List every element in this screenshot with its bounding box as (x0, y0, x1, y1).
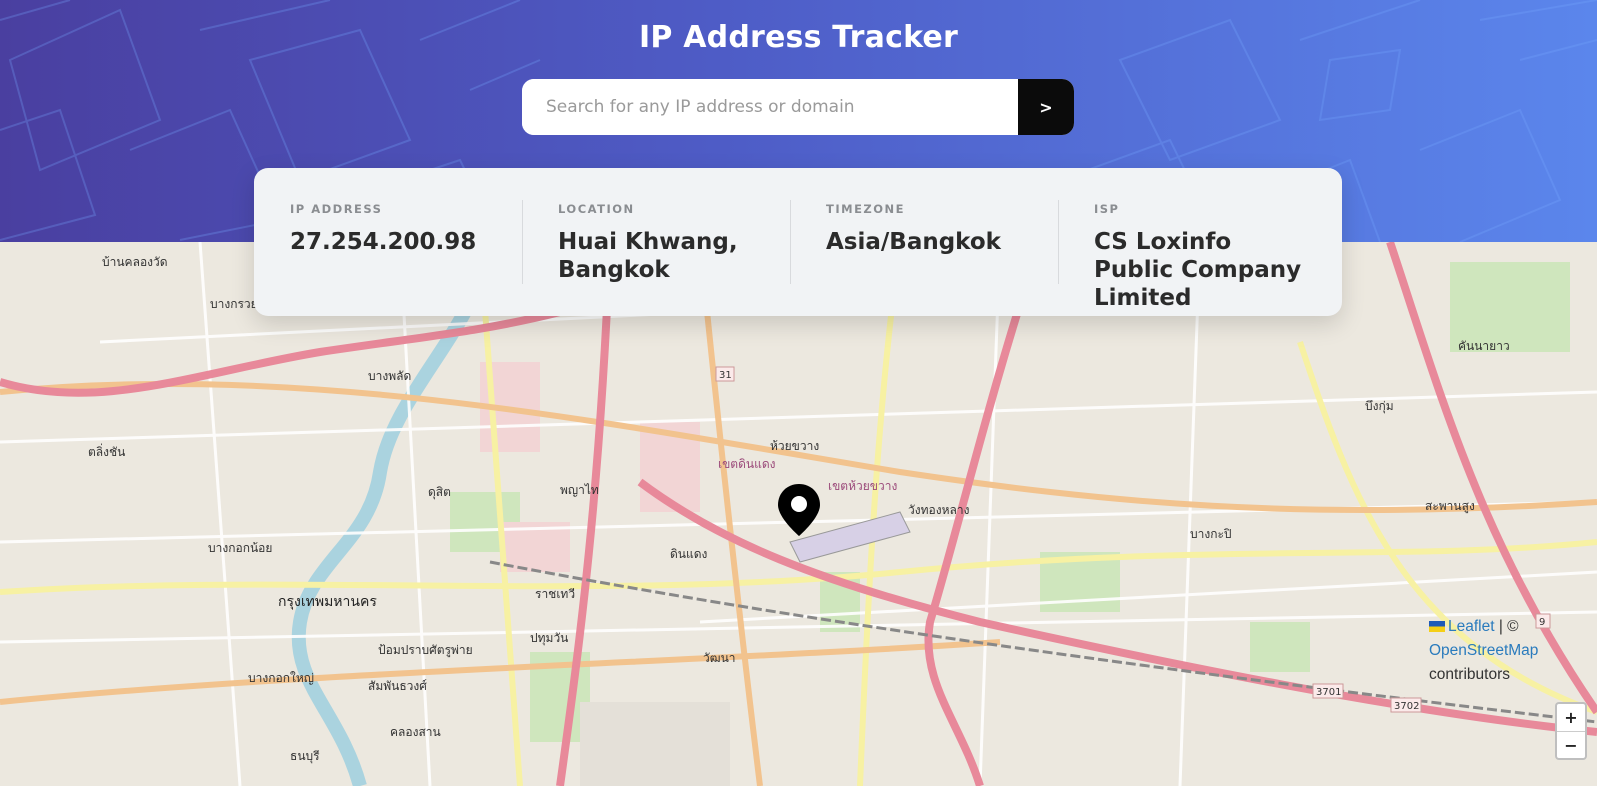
map-label: สัมพันธวงศ์ (368, 679, 427, 693)
zoom-control: + − (1555, 702, 1587, 760)
route-badge: 31 (719, 370, 732, 381)
isp-value: CS Loxinfo Public Company Limited (1094, 229, 1302, 311)
map-label: สะพานสูง (1425, 499, 1475, 514)
map-label: บางกรวย (210, 297, 258, 311)
map-label: คลองสาน (390, 725, 441, 739)
map-label: คันนายาว (1458, 339, 1510, 353)
attribution-separator: | © (1494, 618, 1519, 635)
isp-section: ISP CS Loxinfo Public Company Limited (1058, 168, 1326, 316)
timezone-value: Asia/Bangkok (826, 229, 1001, 255)
search-submit-button[interactable]: > (1018, 79, 1074, 135)
map-label: บ้านคลองวัด (102, 255, 168, 269)
search-input[interactable] (522, 79, 1018, 135)
ip-info-card: IP ADDRESS 27.254.200.98 LOCATION Huai K… (254, 168, 1342, 316)
map-label: บางกอกใหญ่ (248, 671, 314, 685)
map-label: ป้อมปราบศัตรูพ่าย (378, 643, 473, 658)
timezone-label: TIMEZONE (826, 202, 906, 216)
timezone-section: TIMEZONE Asia/Bangkok (790, 168, 1058, 316)
map-label: บึงกุ่ม (1365, 399, 1394, 414)
isp-label: ISP (1094, 202, 1120, 216)
map-label: ราชเทวี (535, 587, 575, 601)
chevron-right-icon: > (1039, 97, 1053, 117)
map-label: เขตห้วยขวาง (828, 479, 897, 493)
route-badge: 3702 (1394, 701, 1419, 712)
map-label: ห้วยขวาง (770, 439, 819, 453)
map-label: วังทองหลาง (908, 503, 969, 517)
location-section: LOCATION Huai Khwang, Bangkok (522, 168, 790, 316)
map-label: ดุสิต (428, 485, 451, 500)
map-label: เขตดินแดง (718, 457, 775, 471)
attribution-contributors: contributors (1429, 666, 1510, 683)
map-label: วัฒนา (703, 651, 736, 665)
location-pin-icon[interactable] (776, 482, 822, 538)
ip-address-label: IP ADDRESS (290, 202, 383, 216)
zoom-out-button[interactable]: − (1557, 731, 1585, 758)
map-label: ปทุมวัน (530, 631, 568, 646)
map-label: กรุงเทพมหานคร (278, 594, 377, 610)
map-label: ธนบุรี (290, 749, 320, 764)
ukraine-flag-icon (1429, 621, 1445, 633)
page-title: IP Address Tracker (639, 20, 958, 55)
map-label: บางพลัด (368, 369, 411, 383)
map-attribution: Leaflet | © OpenStreetMap contributors (1429, 615, 1569, 687)
map-label: ดินแดง (670, 547, 707, 561)
route-badge: 3701 (1316, 687, 1341, 698)
map-label: บางกอกน้อย (208, 541, 272, 555)
map-label: บางกะปิ (1190, 527, 1232, 541)
location-label: LOCATION (558, 202, 635, 216)
ip-address-value: 27.254.200.98 (290, 229, 477, 255)
search-bar: > (522, 79, 1074, 135)
location-value: Huai Khwang, Bangkok (558, 229, 738, 283)
zoom-in-button[interactable]: + (1557, 704, 1585, 731)
openstreetmap-link[interactable]: OpenStreetMap (1429, 642, 1538, 659)
map-label: ตลิ่งชัน (88, 443, 125, 459)
leaflet-link[interactable]: Leaflet (1448, 618, 1495, 635)
ip-address-section: IP ADDRESS 27.254.200.98 (254, 168, 522, 316)
map-label: พญาไท (560, 483, 599, 497)
